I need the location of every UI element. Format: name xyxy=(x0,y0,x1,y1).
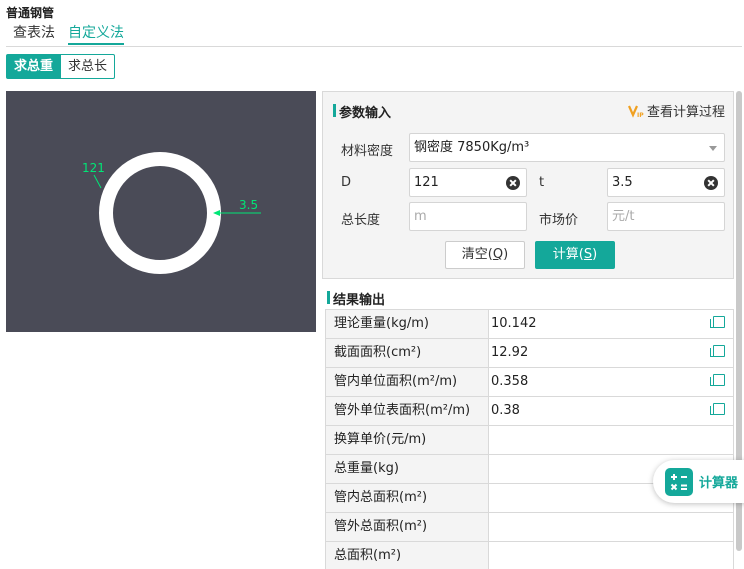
d-input[interactable]: 121 xyxy=(409,168,527,197)
result-section-title: 结果输出 xyxy=(327,289,385,308)
copy-icon[interactable] xyxy=(710,403,725,415)
result-value xyxy=(489,513,734,541)
result-label: 管外单位表面积(m²/m) xyxy=(325,397,489,425)
result-value-text: 12.92 xyxy=(491,345,529,360)
clear-button-close: ) xyxy=(503,247,509,262)
tab-table-method[interactable]: 查表法 xyxy=(13,24,55,45)
tab-custom-method[interactable]: 自定义法 xyxy=(68,24,124,45)
method-tabs: 查表法 自定义法 xyxy=(6,22,742,47)
calc-process-link-label: 查看计算过程 xyxy=(646,105,725,120)
clear-t-icon[interactable] xyxy=(704,176,718,190)
view-calculation-process-link[interactable]: IP 查看计算过程 xyxy=(627,101,725,120)
calculate-button[interactable]: 计算(S) xyxy=(535,241,615,269)
t-input[interactable]: 3.5 xyxy=(607,168,725,197)
table-row: 管内单位面积(m²/m) 0.358 xyxy=(325,368,734,397)
clear-button-key: Q xyxy=(492,247,504,262)
param-section-title: 参数输入 xyxy=(333,102,391,121)
market-price-label: 市场价 xyxy=(539,213,579,228)
result-label: 管外总面积(m²) xyxy=(325,513,489,541)
result-label: 管内单位面积(m²/m) xyxy=(325,368,489,396)
d-label: D xyxy=(341,175,352,190)
diameter-leader-line xyxy=(93,174,102,189)
chevron-down-icon xyxy=(709,146,717,151)
clear-button[interactable]: 清空(Q) xyxy=(445,241,525,269)
thickness-label: 3.5 xyxy=(239,198,258,212)
calculator-widget-label: 计算器 xyxy=(699,476,739,491)
table-row: 理论重量(kg/m) 10.142 xyxy=(325,310,734,339)
total-weight-mode-button[interactable]: 求总重 xyxy=(6,54,62,79)
pipe-ring xyxy=(99,152,221,274)
total-length-input[interactable]: m xyxy=(409,202,527,231)
result-value: 10.142 xyxy=(489,310,734,338)
diameter-label: 121 xyxy=(82,161,105,175)
market-price-input[interactable]: 元/t xyxy=(607,202,725,231)
result-value-text: 10.142 xyxy=(491,316,537,331)
t-label: t xyxy=(539,175,545,190)
page-title: 普通钢管 xyxy=(6,6,55,20)
result-label: 理论重量(kg/m) xyxy=(325,310,489,338)
parameter-input-panel: 参数输入 IP 查看计算过程 材料密度 钢密度 7850Kg/m³ D 121 … xyxy=(322,91,734,279)
mode-toggle: 求总重 求总长 xyxy=(6,54,116,79)
result-value-text: 0.358 xyxy=(491,374,529,389)
table-row: 换算单价(元/m) xyxy=(325,426,734,455)
calculator-widget-button[interactable]: 计算器 xyxy=(653,460,744,503)
result-value: 0.358 xyxy=(489,368,734,396)
result-value-text: 0.38 xyxy=(491,403,520,418)
table-row: 管外单位表面积(m²/m) 0.38 xyxy=(325,397,734,426)
result-value xyxy=(489,426,734,454)
result-value: 12.92 xyxy=(489,339,734,367)
pipe-cross-section-diagram: 121 3.5 xyxy=(6,91,316,332)
clear-button-text: 清空( xyxy=(461,247,493,262)
calc-button-key: S xyxy=(583,247,593,262)
table-row: 管外总面积(m²) xyxy=(325,513,734,542)
table-row: 总面积(m²) xyxy=(325,542,734,569)
pipe-diagram-svg: 121 3.5 xyxy=(82,152,261,274)
result-label: 截面面积(cm²) xyxy=(325,339,489,367)
d-input-value: 121 xyxy=(414,175,439,190)
total-length-mode-button[interactable]: 求总长 xyxy=(61,54,116,79)
result-label: 管内总面积(m²) xyxy=(325,484,489,512)
copy-icon[interactable] xyxy=(710,374,725,386)
density-select[interactable]: 钢密度 7850Kg/m³ xyxy=(409,133,725,162)
result-label: 总面积(m²) xyxy=(325,542,489,569)
density-label: 材料密度 xyxy=(341,144,394,159)
t-input-value: 3.5 xyxy=(612,175,633,190)
density-select-value: 钢密度 7850Kg/m³ xyxy=(414,140,530,155)
result-value xyxy=(489,542,734,569)
calc-button-text: 计算( xyxy=(552,247,584,262)
copy-icon[interactable] xyxy=(710,316,725,328)
svg-text:IP: IP xyxy=(637,112,644,118)
copy-icon[interactable] xyxy=(710,345,725,357)
calc-button-close: ) xyxy=(592,247,598,262)
clear-d-icon[interactable] xyxy=(506,176,520,190)
result-label: 换算单价(元/m) xyxy=(325,426,489,454)
result-label: 总重量(kg) xyxy=(325,455,489,483)
result-table: 理论重量(kg/m) 10.142 截面面积(cm²) 12.92 管内单位面积(m²/… xyxy=(325,309,734,569)
result-value: 0.38 xyxy=(489,397,734,425)
total-length-label: 总长度 xyxy=(341,213,381,228)
vip-icon: IP xyxy=(627,104,644,119)
table-row: 截面面积(cm²) 12.92 xyxy=(325,339,734,368)
calculator-icon xyxy=(665,467,693,496)
